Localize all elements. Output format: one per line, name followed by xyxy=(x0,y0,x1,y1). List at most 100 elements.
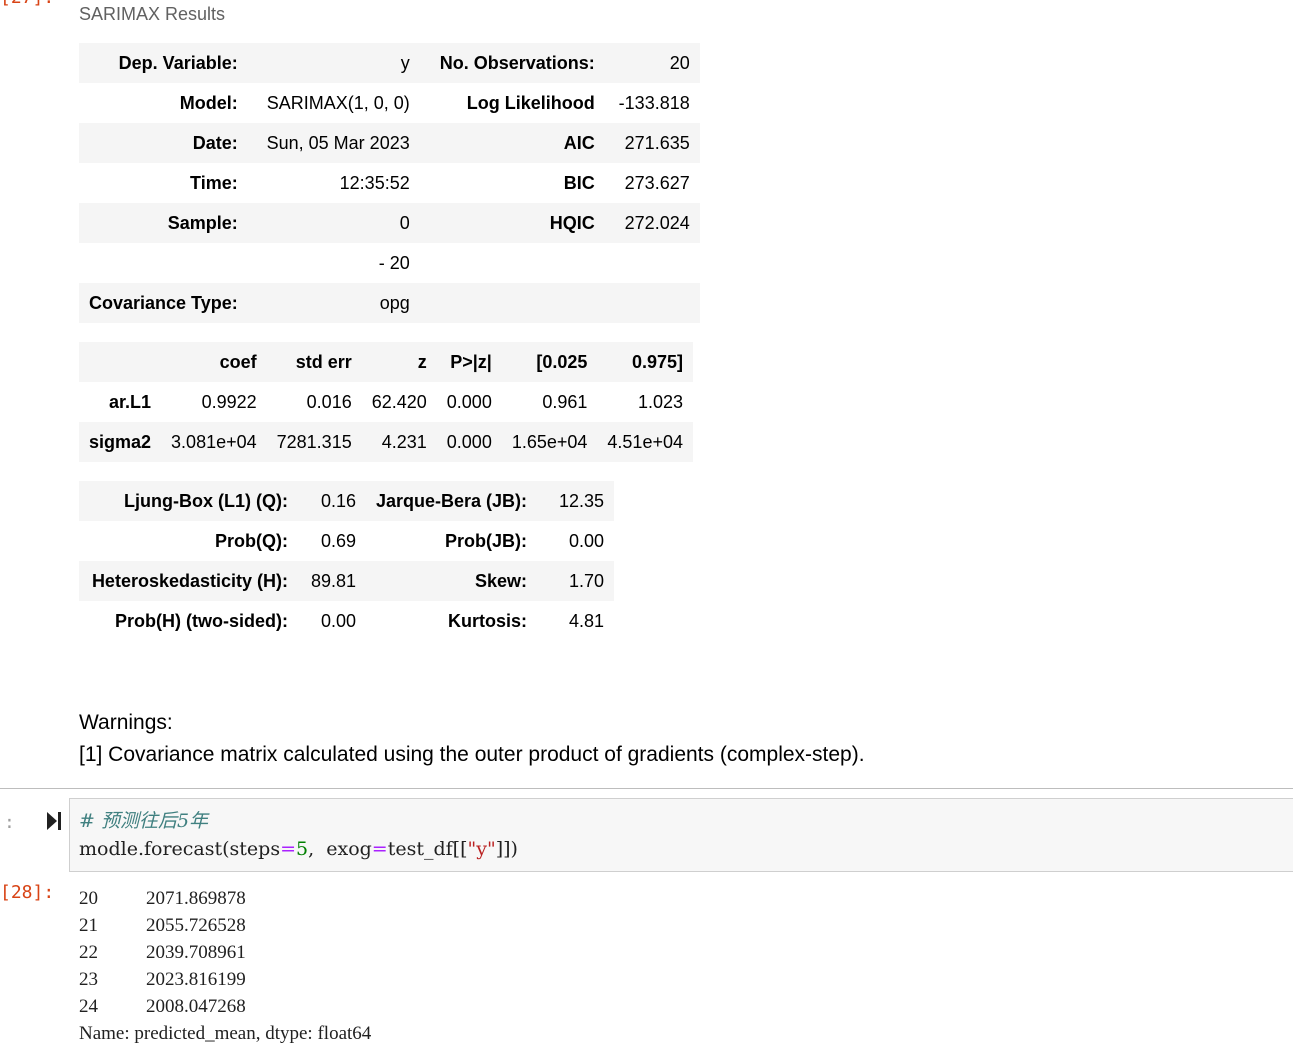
table-cell: 7281.315 xyxy=(266,422,362,462)
code-token: modle.forecast(steps xyxy=(79,838,281,860)
table-row: - 20 xyxy=(79,243,700,283)
code-token: ]]) xyxy=(495,838,518,860)
output-index: 21 xyxy=(79,915,98,936)
table-cell: 273.627 xyxy=(604,163,700,203)
code-number: 5 xyxy=(296,838,309,860)
code-token: , exog xyxy=(308,838,372,860)
output-prompt-27: [27]: xyxy=(0,0,60,8)
table-row: Model: SARIMAX(1, 0, 0) Log Likelihood -… xyxy=(79,83,700,123)
table-cell xyxy=(419,243,605,283)
table-cell: 0.9922 xyxy=(161,382,267,422)
code-string: "y" xyxy=(467,838,496,860)
code-comment: # 预测往后5年 xyxy=(79,810,209,832)
code-token: test_df[[ xyxy=(387,838,468,860)
output-value: 2071.869878 xyxy=(146,888,246,909)
table-cell: 4.231 xyxy=(361,422,437,462)
cell-divider xyxy=(0,788,1293,789)
table-cell: AIC xyxy=(419,123,605,163)
diagnostics-table: Ljung-Box (L1) (Q): 0.16 Jarque-Bera (JB… xyxy=(79,481,615,641)
table-cell: 1.65e+04 xyxy=(501,422,598,462)
code-editor[interactable]: # 预测往后5年 modle.forecast(steps=5, exog=te… xyxy=(79,807,518,863)
table-cell: Time: xyxy=(79,163,248,203)
table-cell: Ljung-Box (L1) (Q): xyxy=(79,481,298,521)
output-index: 23 xyxy=(79,969,98,990)
table-cell: 3.081e+04 xyxy=(161,422,267,462)
table-cell: 0.000 xyxy=(436,422,502,462)
table-cell: 1.023 xyxy=(597,382,693,422)
table-cell: 4.81 xyxy=(537,601,615,641)
coefficient-table: coef std err z P>|z| [0.025 0.975] ar.L1… xyxy=(79,342,693,462)
table-row: Ljung-Box (L1) (Q): 0.16 Jarque-Bera (JB… xyxy=(79,481,615,521)
table-row: Prob(Q): 0.69 Prob(JB): 0.00 xyxy=(79,521,615,561)
warning-text: [1] Covariance matrix calculated using t… xyxy=(79,743,865,766)
column-header: z xyxy=(361,342,437,382)
table-cell: Heteroskedasticity (H): xyxy=(79,561,298,601)
output-value: 2055.726528 xyxy=(146,915,246,936)
column-header: coef xyxy=(161,342,267,382)
output-index: 22 xyxy=(79,942,98,963)
column-header: 0.975] xyxy=(597,342,693,382)
output-index: 24 xyxy=(79,996,98,1017)
output-row: 20 2071.869878 xyxy=(79,885,371,912)
table-cell: Prob(H) (two-sided): xyxy=(79,601,298,641)
column-header: P>|z| xyxy=(436,342,502,382)
table-cell: - 20 xyxy=(247,243,420,283)
output-footer: Name: predicted_mean, dtype: float64 xyxy=(79,1023,372,1044)
code-cell-input[interactable]: # 预测往后5年 modle.forecast(steps=5, exog=te… xyxy=(69,798,1293,872)
table-row: Time: 12:35:52 BIC 273.627 xyxy=(79,163,700,203)
code-operator: = xyxy=(280,838,297,860)
table-cell: 0.016 xyxy=(266,382,362,422)
table-cell: HQIC xyxy=(419,203,605,243)
table-cell: 0.961 xyxy=(501,382,598,422)
table-cell: 0 xyxy=(247,203,420,243)
table-cell: Prob(JB): xyxy=(366,521,538,561)
output-row: 21 2055.726528 xyxy=(79,912,371,939)
table-cell: Jarque-Bera (JB): xyxy=(366,481,538,521)
table-cell: SARIMAX(1, 0, 0) xyxy=(247,83,420,123)
table-cell: 0.00 xyxy=(537,521,615,561)
table-cell: 20 xyxy=(604,43,700,83)
table-cell: Sample: xyxy=(79,203,248,243)
table-cell xyxy=(604,283,700,323)
table-cell: No. Observations: xyxy=(419,43,605,83)
model-summary-table: Dep. Variable: y No. Observations: 20 Mo… xyxy=(79,43,700,323)
table-cell: y xyxy=(247,43,420,83)
table-cell xyxy=(419,283,605,323)
table-cell: 272.024 xyxy=(604,203,700,243)
table-cell: Sun, 05 Mar 2023 xyxy=(247,123,420,163)
output-row: 24 2008.047268 xyxy=(79,993,371,1020)
table-row: sigma2 3.081e+04 7281.315 4.231 0.000 1.… xyxy=(79,422,693,462)
table-cell: Date: xyxy=(79,123,248,163)
table-row: Date: Sun, 05 Mar 2023 AIC 271.635 xyxy=(79,123,700,163)
output-index: 20 xyxy=(79,888,98,909)
code-operator: = xyxy=(371,838,388,860)
table-row: Prob(H) (two-sided): 0.00 Kurtosis: 4.81 xyxy=(79,601,615,641)
warnings-title: Warnings: xyxy=(79,711,173,734)
table-cell: Dep. Variable: xyxy=(79,43,248,83)
table-cell: BIC xyxy=(419,163,605,203)
run-cell-icon[interactable] xyxy=(45,810,63,832)
table-cell: 0.00 xyxy=(298,601,366,641)
table-cell: Log Likelihood xyxy=(419,83,605,123)
table-cell: 1.70 xyxy=(537,561,615,601)
table-cell: 62.420 xyxy=(361,382,437,422)
table-row: Sample: 0 HQIC 272.024 xyxy=(79,203,700,243)
column-header xyxy=(79,342,162,382)
table-cell: 271.635 xyxy=(604,123,700,163)
output-value: 2023.816199 xyxy=(146,969,246,990)
table-cell: 0.69 xyxy=(298,521,366,561)
table-cell: 0.16 xyxy=(298,481,366,521)
table-cell: opg xyxy=(247,283,420,323)
row-header: ar.L1 xyxy=(79,382,162,422)
output-row: 22 2039.708961 xyxy=(79,939,371,966)
warnings-block: Warnings: [1] Covariance matrix calculat… xyxy=(79,707,865,771)
table-cell: Covariance Type: xyxy=(79,283,248,323)
forecast-output: 20 2071.869878 21 2055.726528 22 2039.708961 2… xyxy=(79,885,371,1047)
output-value: 2008.047268 xyxy=(146,996,246,1017)
table-cell xyxy=(604,243,700,283)
output-value: 2039.708961 xyxy=(146,942,246,963)
output-row: 23 2023.816199 xyxy=(79,966,371,993)
table-cell: 89.81 xyxy=(298,561,366,601)
table-row: Heteroskedasticity (H): 89.81 Skew: 1.70 xyxy=(79,561,615,601)
table-row: Covariance Type: opg xyxy=(79,283,700,323)
